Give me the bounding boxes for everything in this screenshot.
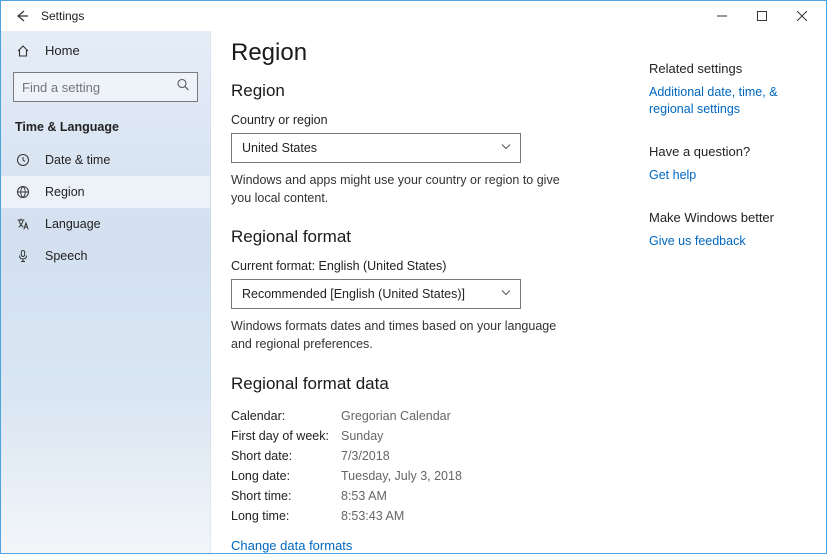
globe-icon	[15, 185, 31, 199]
table-row: Long date:Tuesday, July 3, 2018	[231, 466, 621, 486]
minimize-button[interactable]	[702, 2, 742, 30]
table-row: Short time:8:53 AM	[231, 486, 621, 506]
sidebar-item-label: Region	[45, 185, 85, 199]
sidebar-item-region[interactable]: Region	[1, 176, 210, 208]
chevron-down-icon	[500, 287, 512, 302]
window-controls	[702, 2, 822, 30]
country-dropdown[interactable]: United States	[231, 133, 521, 163]
window-title: Settings	[41, 9, 84, 23]
give-feedback-link[interactable]: Give us feedback	[649, 233, 814, 250]
section-format-data-heading: Regional format data	[231, 374, 621, 394]
page-title: Region	[231, 39, 621, 67]
sidebar-item-label: Date & time	[45, 153, 110, 167]
maximize-button[interactable]	[742, 2, 782, 30]
clock-icon	[15, 153, 31, 167]
sidebar-item-label: Language	[45, 217, 101, 231]
sidebar: Home Time & Language Date & time Region …	[1, 31, 211, 553]
get-help-link[interactable]: Get help	[649, 167, 814, 184]
arrow-left-icon	[15, 9, 29, 23]
sidebar-item-date-time[interactable]: Date & time	[1, 144, 210, 176]
format-dropdown[interactable]: Recommended [English (United States)]	[231, 279, 521, 309]
search-input[interactable]	[13, 72, 198, 102]
country-label: Country or region	[231, 113, 621, 127]
home-label: Home	[45, 43, 80, 58]
format-label: Current format: English (United States)	[231, 259, 621, 273]
country-helper: Windows and apps might use your country …	[231, 171, 571, 207]
sidebar-item-speech[interactable]: Speech	[1, 240, 210, 272]
table-row: First day of week:Sunday	[231, 426, 621, 446]
aside: Related settings Additional date, time, …	[641, 31, 826, 553]
have-question-heading: Have a question?	[649, 144, 814, 159]
section-region-heading: Region	[231, 81, 621, 101]
home-icon	[15, 44, 31, 58]
microphone-icon	[15, 249, 31, 263]
related-settings-heading: Related settings	[649, 61, 814, 76]
format-value: Recommended [English (United States)]	[242, 287, 465, 301]
sidebar-item-label: Speech	[45, 249, 87, 263]
country-value: United States	[242, 141, 317, 155]
change-data-formats-link[interactable]: Change data formats	[231, 538, 352, 553]
sidebar-item-language[interactable]: Language	[1, 208, 210, 240]
back-button[interactable]	[11, 5, 33, 27]
format-data-table: Calendar:Gregorian Calendar First day of…	[231, 406, 621, 526]
table-row: Long time:8:53:43 AM	[231, 506, 621, 526]
search-icon	[176, 78, 190, 97]
make-windows-better-heading: Make Windows better	[649, 210, 814, 225]
section-format-heading: Regional format	[231, 227, 621, 247]
main-content: Region Region Country or region United S…	[211, 31, 641, 553]
table-row: Calendar:Gregorian Calendar	[231, 406, 621, 426]
sidebar-heading: Time & Language	[1, 112, 210, 144]
chevron-down-icon	[500, 141, 512, 156]
additional-settings-link[interactable]: Additional date, time, & regional settin…	[649, 84, 814, 118]
titlebar: Settings	[1, 1, 826, 31]
language-icon	[15, 217, 31, 231]
home-nav[interactable]: Home	[1, 35, 210, 66]
close-button[interactable]	[782, 2, 822, 30]
table-row: Short date:7/3/2018	[231, 446, 621, 466]
search-box	[13, 72, 198, 102]
format-helper: Windows formats dates and times based on…	[231, 317, 571, 353]
